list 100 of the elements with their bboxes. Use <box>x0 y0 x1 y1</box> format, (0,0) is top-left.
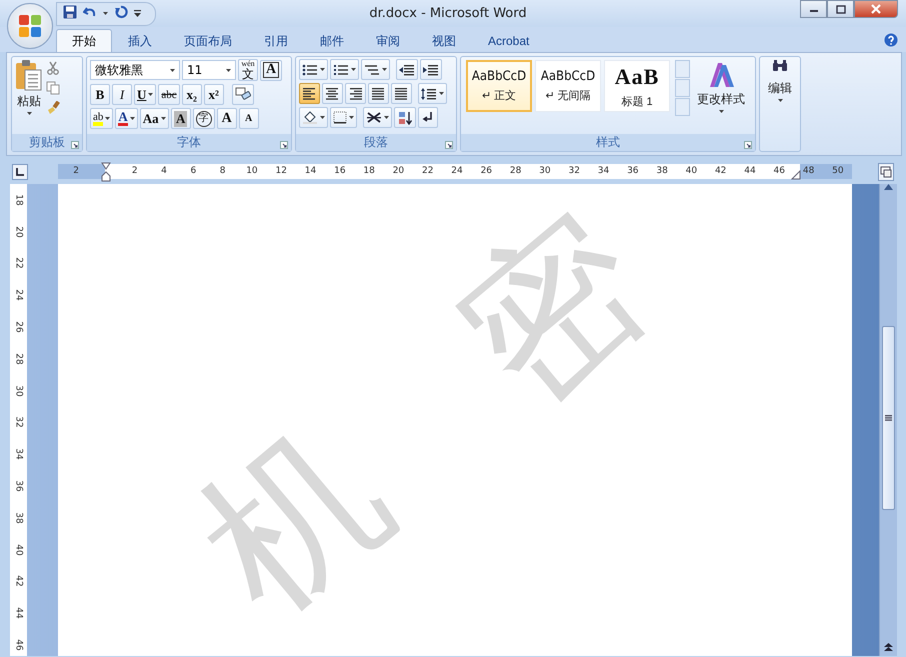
ruler-number: 40 <box>686 166 698 176</box>
dialog-launcher-icon <box>71 141 79 149</box>
paste-button[interactable]: 粘贴 <box>15 59 43 132</box>
ruler-number: 24 <box>451 166 463 176</box>
style-option[interactable]: AaBbCcD ↵ 正文 <box>466 60 532 112</box>
line-spacing-icon <box>421 88 437 100</box>
redo-arrow-icon <box>114 5 128 19</box>
asian-layout-button[interactable] <box>363 107 392 128</box>
dropdown-caret-icon <box>351 68 356 71</box>
alignment-button[interactable] <box>299 83 320 104</box>
ruler-number: 12 <box>276 166 287 176</box>
change-styles-button[interactable]: 更改样式 <box>697 61 745 134</box>
office-button[interactable] <box>7 3 53 49</box>
font-format-button[interactable]: B <box>90 84 110 105</box>
ruler-number: 46 <box>14 639 24 651</box>
multilevel-list-button[interactable] <box>361 59 390 80</box>
ruler-number: 22 <box>422 166 434 176</box>
font-name-field[interactable]: 微软雅黑 <box>90 60 180 80</box>
ruler-number: 24 <box>14 290 24 301</box>
font-format-button[interactable]: U <box>134 84 156 105</box>
dropdown-caret-icon <box>226 68 231 72</box>
minimize-button[interactable] <box>800 0 827 18</box>
maximize-button[interactable] <box>827 0 854 18</box>
font-format-button[interactable]: x² <box>204 84 224 105</box>
dropdown-caret-icon <box>320 68 325 71</box>
view-ruler-button[interactable] <box>878 162 894 180</box>
dropdown-caret-icon <box>778 99 782 102</box>
alignment-button[interactable] <box>368 83 389 104</box>
dropdown-caret-icon <box>718 110 724 113</box>
font-format-button[interactable]: 字 <box>192 108 215 129</box>
font-format-button[interactable]: I <box>112 84 132 105</box>
show-marks-button[interactable] <box>418 107 438 128</box>
dropdown-caret-icon <box>439 92 444 95</box>
align-lines-icon <box>325 87 340 100</box>
font-format-button[interactable]: A <box>216 108 237 129</box>
ruler-number: 38 <box>656 166 668 176</box>
close-button[interactable] <box>854 0 898 18</box>
ruler-number: 14 <box>304 166 316 176</box>
dropdown-caret-icon <box>160 117 166 120</box>
undo-arrow-icon <box>83 5 97 19</box>
ruler-number: 50 <box>832 166 844 176</box>
alignment-button[interactable] <box>322 83 343 104</box>
indent-marker-icon <box>101 162 111 182</box>
ribbon-tab[interactable]: 邮件 <box>304 29 360 52</box>
styles-letter-a-icon <box>707 61 735 89</box>
font-format-button[interactable]: Aa <box>140 108 169 129</box>
font-size-field[interactable]: 11 <box>182 60 236 80</box>
style-option[interactable]: AaBbCcD ↵ 无间隔 <box>535 60 601 112</box>
previous-page-icon <box>884 643 893 651</box>
numbering-button[interactable] <box>330 59 359 80</box>
sort-button[interactable] <box>394 107 416 128</box>
font-format-button[interactable]: ab <box>90 108 114 129</box>
font-format-button[interactable]: A <box>170 108 191 129</box>
line-spacing-button[interactable] <box>418 83 447 104</box>
ruler-number: 46 <box>774 166 785 176</box>
font-format-button[interactable]: A <box>115 108 138 129</box>
ribbon-tab[interactable]: 页面布局 <box>168 29 248 52</box>
ribbon-tab[interactable]: 审阅 <box>360 29 416 52</box>
ribbon-tab[interactable]: Acrobat <box>472 29 546 52</box>
ruler-number: 8 <box>220 166 226 176</box>
dropdown-caret-icon <box>170 68 175 72</box>
align-lines-icon <box>394 87 409 100</box>
bullets-button[interactable] <box>299 59 328 80</box>
font-format-button[interactable]: A <box>238 108 259 129</box>
style-option[interactable]: AaB 标题 1 <box>604 60 670 112</box>
shading-button[interactable] <box>299 107 328 128</box>
maximize-icon <box>836 4 846 14</box>
tab-selector-button[interactable] <box>12 164 28 180</box>
help-icon <box>884 33 898 47</box>
dropdown-caret-icon <box>382 68 387 71</box>
font-format-button[interactable]: x₂ <box>182 84 202 105</box>
increase-indent-button[interactable] <box>420 59 442 80</box>
scrollbar-thumb[interactable] <box>882 326 895 510</box>
borders-button[interactable] <box>330 107 357 128</box>
decrease-indent-button[interactable] <box>396 59 418 80</box>
clear-formatting-button[interactable] <box>232 84 254 105</box>
multilevel-list-icon <box>364 64 380 76</box>
grip-icon <box>885 415 892 421</box>
ruler-number: 20 <box>392 166 404 176</box>
alignment-button[interactable] <box>391 83 412 104</box>
font-format-button[interactable]: abc <box>158 84 180 105</box>
ribbon-tab[interactable]: 插入 <box>112 29 168 52</box>
ribbon-tab[interactable]: 引用 <box>248 29 304 52</box>
alignment-button[interactable] <box>345 83 366 104</box>
ribbon-tab[interactable]: 开始 <box>56 29 112 52</box>
save-icon <box>63 5 77 19</box>
phonetic-guide-button[interactable]: wén 文 <box>238 59 258 81</box>
ruler-number: 36 <box>627 166 639 176</box>
clipboard-icon <box>15 59 43 91</box>
dialog-launcher-icon <box>744 141 752 149</box>
align-lines-icon <box>348 87 363 100</box>
ribbon-tab[interactable]: 视图 <box>416 29 472 52</box>
ruler-number: 2 <box>73 166 80 176</box>
ruler-number: 4 <box>161 166 167 176</box>
character-border-button[interactable]: A <box>260 60 282 80</box>
bullet-list-icon <box>302 64 318 76</box>
ruler-number: 10 <box>246 166 258 176</box>
dropdown-caret-icon <box>148 93 154 96</box>
indent-icon <box>423 64 439 76</box>
paintbrush-icon <box>46 101 60 115</box>
